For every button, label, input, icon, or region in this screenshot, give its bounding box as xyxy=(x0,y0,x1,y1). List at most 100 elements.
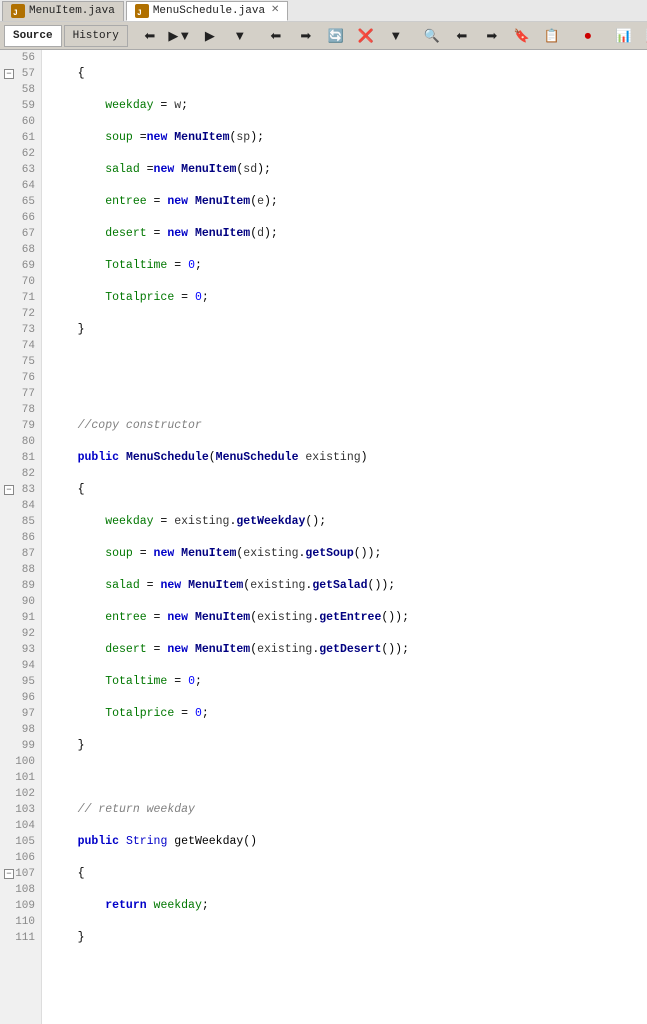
code-line xyxy=(50,274,647,290)
forward-icon: ▶▼ xyxy=(168,28,191,44)
line-number: 84 xyxy=(0,498,41,514)
code-line xyxy=(50,338,647,354)
code-line: entree = new MenuItem(existing.getEntree… xyxy=(50,610,647,626)
code-line: Totalprice = 0; xyxy=(50,290,647,306)
line-number: 96 xyxy=(0,690,41,706)
code-line xyxy=(50,146,647,162)
prev-icon: ⬅ xyxy=(270,28,281,44)
nav-dropdown-5[interactable]: ▼ xyxy=(382,25,410,47)
close-icon[interactable]: ✕ xyxy=(271,6,279,16)
code-line xyxy=(50,786,647,802)
clipboard-icon: 📋 xyxy=(544,28,560,44)
bookmark-button[interactable]: 🔖 xyxy=(508,25,536,47)
code-content[interactable]: { weekday = w; soup =new MenuItem(sp); s… xyxy=(42,50,647,1024)
line-number: 89 xyxy=(0,578,41,594)
bookmark-icon: 🔖 xyxy=(514,28,530,44)
code-line: } xyxy=(50,322,647,338)
prev-button[interactable]: ⬅ xyxy=(262,25,290,47)
code-line xyxy=(50,466,647,482)
line-number: 82 xyxy=(0,466,41,482)
code-line: } xyxy=(50,930,647,946)
line-number: 78 xyxy=(0,402,41,418)
code-line: { xyxy=(50,866,647,882)
line-number: 56 xyxy=(0,50,41,66)
code-line xyxy=(50,498,647,514)
fold-marker[interactable]: − xyxy=(4,485,14,495)
line-number: 79 xyxy=(0,418,41,434)
tab-menuschedule-label: MenuSchedule.java xyxy=(153,5,265,17)
line-number: 98 xyxy=(0,722,41,738)
line-number: 73 xyxy=(0,322,41,338)
chart-button[interactable]: 📊 xyxy=(610,25,638,47)
line-number: 77 xyxy=(0,386,41,402)
code-line xyxy=(50,530,647,546)
search-next-icon: ➡ xyxy=(486,28,497,44)
code-line: weekday = existing.getWeekday(); xyxy=(50,514,647,530)
code-line xyxy=(50,914,647,930)
code-line xyxy=(50,306,647,322)
stats-button[interactable]: 📈 xyxy=(640,25,647,47)
line-number: 68 xyxy=(0,242,41,258)
source-tab[interactable]: Source xyxy=(4,25,62,47)
next-button[interactable]: ➡ xyxy=(292,25,320,47)
line-number: 87 xyxy=(0,546,41,562)
line-number: −107 xyxy=(0,866,41,882)
tab-menuschedule[interactable]: J MenuSchedule.java ✕ xyxy=(126,1,289,21)
stop-button[interactable]: ❌ xyxy=(352,25,380,47)
line-number: 97 xyxy=(0,706,41,722)
run-icon: ⏺ xyxy=(585,28,592,44)
code-line xyxy=(50,754,647,770)
refresh-button[interactable]: 🔄 xyxy=(322,25,350,47)
chart-icon: 📊 xyxy=(616,28,632,44)
nav-button-3[interactable]: ▶ xyxy=(196,25,224,47)
search-button[interactable]: 🔍 xyxy=(418,25,446,47)
back-button[interactable]: ⬅ xyxy=(136,25,164,47)
fold-marker[interactable]: − xyxy=(4,869,14,879)
line-number: 111 xyxy=(0,930,41,946)
fold-marker[interactable]: − xyxy=(4,69,14,79)
line-number: 109 xyxy=(0,898,41,914)
code-line: { xyxy=(50,66,647,82)
code-line xyxy=(50,50,647,66)
code-line: // return weekday xyxy=(50,802,647,818)
line-number: 58 xyxy=(0,82,41,98)
line-number: −83 xyxy=(0,482,41,498)
line-number: 61 xyxy=(0,130,41,146)
history-tab[interactable]: History xyxy=(64,25,128,47)
line-number: 95 xyxy=(0,674,41,690)
code-line xyxy=(50,370,647,386)
clipboard-button[interactable]: 📋 xyxy=(538,25,566,47)
nav-icon-4: ▼ xyxy=(233,28,246,43)
line-number: 74 xyxy=(0,338,41,354)
tab-bar: J MenuItem.java J MenuSchedule.java ✕ xyxy=(0,0,647,22)
code-line xyxy=(50,82,647,98)
code-line: } xyxy=(50,738,647,754)
line-number: 99 xyxy=(0,738,41,754)
line-number: 62 xyxy=(0,146,41,162)
svg-text:J: J xyxy=(13,9,18,18)
code-line xyxy=(50,178,647,194)
java-icon-menuitem: J xyxy=(11,4,25,18)
line-number: 65 xyxy=(0,194,41,210)
search-next-button[interactable]: ➡ xyxy=(478,25,506,47)
line-number: 72 xyxy=(0,306,41,322)
tab-menuitem[interactable]: J MenuItem.java xyxy=(2,1,124,21)
code-line: salad =new MenuItem(sd); xyxy=(50,162,647,178)
editor-container: 56−5758596061626364656667686970717273747… xyxy=(0,50,647,1024)
line-number: −57 xyxy=(0,66,41,82)
line-number: 105 xyxy=(0,834,41,850)
search-prev-button[interactable]: ⬅ xyxy=(448,25,476,47)
code-line: entree = new MenuItem(e); xyxy=(50,194,647,210)
line-number: 64 xyxy=(0,178,41,194)
run-button[interactable]: ⏺ xyxy=(574,25,602,47)
code-line xyxy=(50,770,647,786)
code-line: soup = new MenuItem(existing.getSoup()); xyxy=(50,546,647,562)
svg-text:J: J xyxy=(137,9,142,18)
line-number: 63 xyxy=(0,162,41,178)
nav-dropdown-4[interactable]: ▼ xyxy=(226,25,254,47)
line-number: 101 xyxy=(0,770,41,786)
code-line: public MenuSchedule(MenuSchedule existin… xyxy=(50,450,647,466)
line-number: 106 xyxy=(0,850,41,866)
line-number: 75 xyxy=(0,354,41,370)
forward-dropdown-button[interactable]: ▶▼ xyxy=(166,25,194,47)
